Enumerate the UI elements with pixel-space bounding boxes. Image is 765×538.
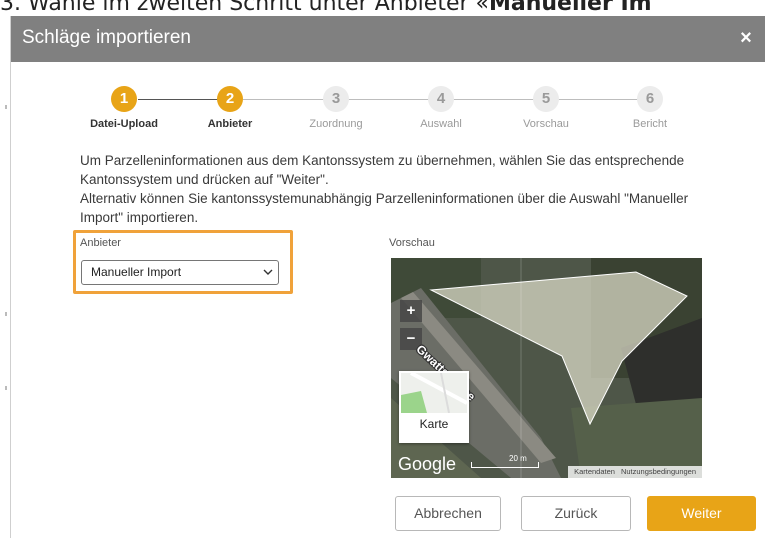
step-label: Bericht — [632, 118, 668, 130]
map-data-link[interactable]: Kartendaten — [574, 467, 615, 476]
terms-link[interactable]: Nutzungsbedingungen — [621, 467, 696, 476]
step-number: 2 — [217, 86, 243, 112]
provider-select[interactable]: Manueller Import — [81, 260, 279, 285]
step-number: 1 — [111, 86, 137, 112]
intro-line: Kantonssystem und drücken auf "Weiter". — [80, 172, 329, 187]
cancel-button[interactable]: Abbrechen — [395, 496, 501, 531]
map-type-toggle[interactable]: Karte — [399, 371, 469, 443]
step-label: Anbieter — [207, 118, 253, 130]
background-edge-mark — [5, 386, 7, 390]
map-type-label: Karte — [419, 417, 449, 431]
step-zuordnung: 3 Zuordnung — [281, 86, 391, 130]
scale-label: 20 m — [509, 454, 527, 463]
step-vorschau: 5 Vorschau — [491, 86, 601, 130]
chevron-down-icon — [263, 269, 273, 275]
scale-bar — [471, 462, 539, 468]
close-icon[interactable]: × — [736, 26, 756, 50]
map-thumbnail-icon — [401, 373, 467, 413]
intro-line: Import" importieren. — [80, 210, 199, 225]
background-edge-mark — [5, 105, 7, 109]
map-preview[interactable]: + − Gwattstrasse Karte Google 20 m Karte… — [391, 258, 702, 478]
step-bericht: 6 Bericht — [595, 86, 705, 130]
step-number: 3 — [323, 86, 349, 112]
zoom-in-button[interactable]: + — [400, 300, 422, 322]
import-dialog: Schläge importieren × 1 Datei-Upload 2 A… — [10, 16, 765, 538]
back-button[interactable]: Zurück — [521, 496, 631, 531]
step-label: Vorschau — [523, 118, 569, 130]
map-attribution: Kartendaten Nutzungsbedingungen — [568, 466, 702, 478]
step-number: 5 — [533, 86, 559, 112]
intro-text: Um Parzelleninformationen aus dem Kanton… — [80, 151, 700, 227]
step-number: 4 — [428, 86, 454, 112]
background-caption: 3. Wähle im zweiten Schritt unter Anbiet… — [0, 0, 765, 16]
step-label: Datei-Upload — [90, 118, 158, 130]
step-number: 6 — [637, 86, 663, 112]
background-edge-mark — [5, 312, 7, 316]
google-logo: Google — [398, 454, 457, 474]
provider-selected-value: Manueller Import — [91, 265, 182, 279]
caption-text: 3. Wähle im zweiten Schritt unter Anbiet… — [0, 0, 489, 16]
step-label: Zuordnung — [309, 118, 363, 130]
next-button[interactable]: Weiter — [647, 496, 756, 531]
step-label: Auswahl — [420, 118, 462, 130]
preview-label: Vorschau — [389, 237, 435, 249]
step-datei-upload[interactable]: 1 Datei-Upload — [69, 86, 179, 130]
step-auswahl: 4 Auswahl — [386, 86, 496, 130]
dialog-titlebar: Schläge importieren × — [11, 16, 765, 62]
wizard-stepper: 1 Datei-Upload 2 Anbieter 3 Zuordnung 4 … — [11, 86, 765, 136]
intro-line: Alternativ können Sie kantonssystemunabh… — [80, 191, 689, 206]
dialog-title: Schläge importieren — [22, 27, 191, 48]
provider-label: Anbieter — [80, 237, 121, 249]
intro-line: Um Parzelleninformationen aus dem Kanton… — [80, 153, 685, 168]
caption-bold-text: Manueller Im — [488, 0, 652, 16]
step-anbieter[interactable]: 2 Anbieter — [175, 86, 285, 130]
